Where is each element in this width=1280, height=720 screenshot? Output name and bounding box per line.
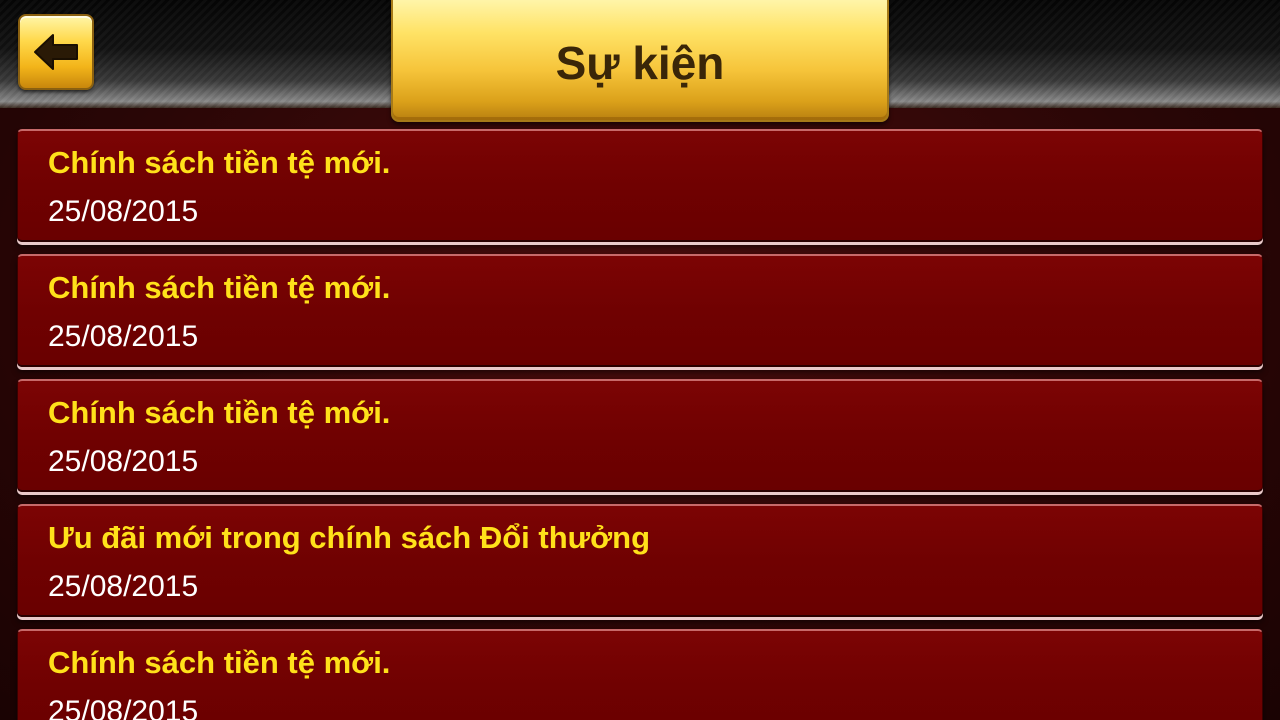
event-title: Ưu đãi mới trong chính sách Đổi thưởng (48, 520, 651, 555)
event-title: Chính sách tiền tệ mới. (48, 395, 391, 430)
event-item[interactable]: Ưu đãi mới trong chính sách Đổi thưởng 2… (17, 504, 1263, 617)
event-date: 25/08/2015 (48, 195, 199, 228)
event-date: 25/08/2015 (48, 445, 199, 478)
event-date: 25/08/2015 (48, 320, 199, 353)
back-button[interactable] (18, 14, 94, 90)
event-title: Chính sách tiền tệ mới. (48, 645, 391, 680)
title-tab: Sự kiện (391, 0, 889, 122)
page-title: Sự kiện (555, 37, 725, 89)
event-title: Chính sách tiền tệ mới. (48, 270, 391, 305)
back-arrow-icon (32, 31, 80, 73)
event-item[interactable]: Chính sách tiền tệ mới. 25/08/2015 (17, 254, 1263, 367)
event-item[interactable]: Chính sách tiền tệ mới. 25/08/2015 (17, 629, 1263, 720)
events-screen: Sự kiện Chính sách tiền tệ mới. 25/08/20… (0, 0, 1280, 720)
event-list: Chính sách tiền tệ mới. 25/08/2015 Chính… (17, 129, 1263, 720)
event-item[interactable]: Chính sách tiền tệ mới. 25/08/2015 (17, 379, 1263, 492)
event-title: Chính sách tiền tệ mới. (48, 145, 391, 180)
event-date: 25/08/2015 (48, 570, 199, 603)
event-date: 25/08/2015 (48, 695, 199, 720)
event-item[interactable]: Chính sách tiền tệ mới. 25/08/2015 (17, 129, 1263, 242)
